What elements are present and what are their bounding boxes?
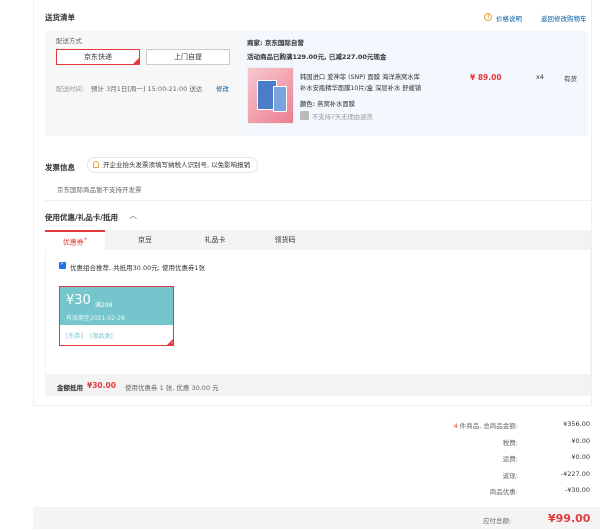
delivery-time-label: 配送时间: (56, 85, 85, 93)
product-name-line-1: 韩国进口 爱神菲 (SNP) 面膜 海洋燕窝水库 (300, 74, 420, 81)
product-quantity: x4 (536, 73, 544, 81)
tax-value: ¥0.00 (571, 437, 590, 445)
shipping-label: 运费: (502, 455, 518, 463)
payable-value: ¥99.00 (548, 512, 591, 525)
product-name-line-2: 补水安瓶精华面膜10片/盒 深层补水 舒缓镇 (300, 85, 422, 92)
payable-bar: 应付总额: ¥99.00 (33, 507, 600, 529)
invoice-tip: 开企业抬头发票须填写纳税人识别号, 以免影响报销 (87, 157, 259, 173)
delivery-method-panel: 配送方式 京东快递 上门自提 配送时间: 预计 3月1日[周一] 15:00-2… (45, 31, 242, 136)
product-box-shape-2 (273, 86, 287, 112)
coupon-card-top: ¥30 满299 有效期至2021-02-28 (60, 287, 173, 325)
self-pickup-label: 上门自提 (174, 53, 202, 61)
jd-express-option[interactable]: 京东快递 (56, 49, 140, 73)
jd-express-label: 京东快递 (84, 53, 112, 61)
return-policy: 不支持7天无理由退货 (312, 114, 373, 121)
tab-coupons[interactable]: 优惠券• (45, 230, 105, 250)
cashback-value: -¥227.00 (560, 470, 590, 478)
delivery-title: 送货清单 (45, 13, 75, 22)
invoice-note: 京东国际商品暂不支持开发票 (57, 186, 142, 194)
delivery-method-label: 配送方式 (56, 37, 82, 45)
color-label: 颜色: (300, 101, 316, 108)
cashback-label: 返现: (502, 472, 518, 480)
discount-label: 商品优惠: (489, 488, 518, 496)
product-name[interactable]: 韩国进口 爱神菲 (SNP) 面膜 海洋燕窝水库 补水安瓶精华面膜10片/盒 深… (300, 72, 450, 94)
payable-label: 应付总额: (483, 517, 512, 525)
summary-detail: 使用优惠券 1 张, 优惠 30.00 元 (125, 384, 219, 392)
stock-status: 有货 (564, 75, 577, 83)
tab-jd-beans[interactable]: 京豆 (120, 230, 170, 250)
price-note-link[interactable]: 价格说明 (496, 13, 522, 23)
tax-label: 税费: (502, 439, 518, 447)
product-price: ¥ 89.00 (470, 73, 502, 82)
chevron-up-icon[interactable]: ︿ (129, 210, 137, 221)
coupon-tag-jd: [东券] (66, 333, 83, 340)
back-to-cart-link[interactable]: 返回修改购物车 (541, 13, 587, 23)
coupon-card[interactable]: ¥30 满299 有效期至2021-02-28 [东券] [限品类] (59, 286, 174, 346)
total-items-text: 件商品, 总商品金额: (459, 422, 518, 430)
coupon-amount: ¥30 (66, 293, 91, 308)
product-thumbnail[interactable] (247, 67, 294, 124)
invoice-tip-text: 开企业抬头发票须填写纳税人识别号, 以免影响报销 (103, 161, 251, 169)
warning-icon (484, 13, 492, 21)
coupons-title[interactable]: 使用优惠/礼品卡/抵用 (45, 212, 118, 223)
coupon-expiry: 有效期至2021-02-28 (66, 315, 125, 322)
color-value: 燕窝补水面膜 (317, 101, 355, 108)
coupon-card-bottom: [东券] [限品类] (60, 325, 173, 345)
coupon-selected-corner-icon (167, 339, 174, 345)
seller-name: 商家: 京东国际自营 (247, 39, 304, 47)
divider (45, 200, 591, 201)
discount-value: -¥30.00 (564, 486, 590, 494)
tab-gift-card[interactable]: 礼品卡 (190, 230, 240, 250)
promo-text: 活动商品已购满129.00元, 已减227.00元现金 (247, 53, 387, 61)
recommend-checkbox[interactable] (59, 260, 66, 269)
lightbulb-icon (93, 161, 99, 168)
selected-corner-icon (133, 58, 140, 73)
summary-amount: ¥30.00 (87, 381, 116, 390)
total-items-value: ¥356.00 (563, 420, 590, 428)
shop-panel: 商家: 京东国际自营 活动商品已购满129.00元, 已减227.00元现金 韩… (242, 31, 588, 136)
delivery-time-edit-link[interactable]: 修改 (216, 83, 229, 93)
item-count: 4 (453, 422, 458, 430)
tab-coupons-label: 优惠券 (62, 238, 84, 247)
summary-label: 金额抵用 (57, 384, 83, 392)
coupon-condition: 满299 (95, 302, 113, 309)
recommend-text: 优惠组合推荐, 共抵用30.00元; 使用优惠券1张 (70, 264, 206, 272)
shipping-value: ¥0.00 (571, 453, 590, 461)
invoice-title: 发票信息 (45, 163, 75, 172)
coupon-summary-bar: 金额抵用 ¥30.00 使用优惠券 1 张, 优惠 30.00 元 (45, 375, 591, 396)
total-items-label: 4 件商品, 总商品金额: (358, 420, 518, 430)
tab-pickup-code[interactable]: 领货码 (255, 230, 315, 250)
self-pickup-option[interactable]: 上门自提 (146, 49, 230, 65)
coupon-tag-category: [限品类] (90, 333, 113, 340)
coupon-tabs: 优惠券• 京豆 礼品卡 领货码 (45, 230, 591, 250)
product-color: 颜色: 燕窝补水面膜 (300, 99, 355, 108)
return-icon (300, 111, 309, 120)
delivery-time-value: 预计 3月1日[周一] 15:00-21:00 送达 (91, 85, 203, 93)
new-dot-icon: • (83, 237, 88, 243)
